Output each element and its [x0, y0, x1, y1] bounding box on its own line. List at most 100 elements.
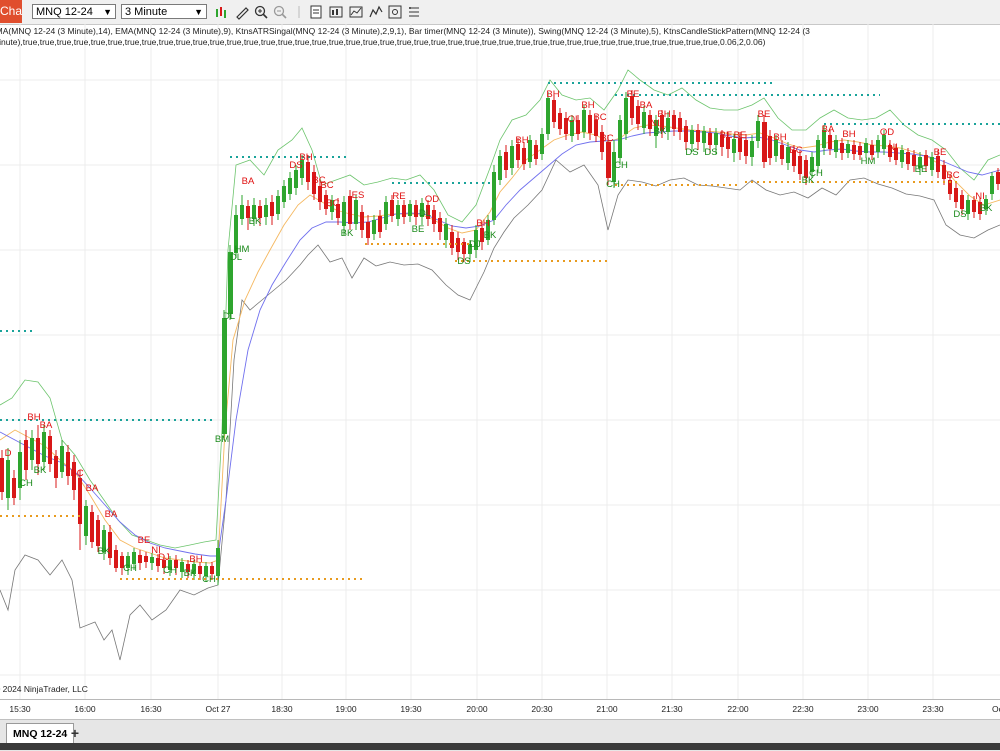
time-axis-label: 21:30 [661, 704, 683, 714]
pattern-label: D [5, 448, 12, 459]
time-axis-label: 19:00 [335, 704, 357, 714]
indicator-legend: SMA(MNQ 12-24 (3 Minute),14), EMA(MNQ 12… [0, 26, 1000, 48]
time-axis-label: 22:00 [727, 704, 749, 714]
data-box-icon[interactable] [308, 4, 324, 20]
pattern-label: BK [341, 228, 354, 239]
pattern-label: BH [546, 89, 559, 100]
price-chart[interactable]: BHBADBKCHBCBABABKBENIDJ BHCH CH BKCHBMDLDLH… [0, 24, 1000, 700]
chart-toolbar: Chart MNQ 12-24 ▼ 3 Minute ▼ [0, 0, 1000, 25]
pattern-label: BA [40, 420, 53, 431]
tab-mnq-12-24[interactable]: MNQ 12-24 [6, 723, 75, 745]
templates-icon[interactable] [406, 4, 422, 20]
pattern-label: BM [215, 434, 229, 445]
pattern-label: CH [19, 478, 33, 489]
time-axis-label: 21:00 [596, 704, 618, 714]
pattern-label: DS [953, 209, 966, 220]
draw-tools-icon[interactable] [234, 4, 250, 20]
pattern-label: DS [289, 160, 302, 171]
time-axis-label: Oct 27 [205, 704, 231, 714]
indicator-legend-line-1: SMA(MNQ 12-24 (3 Minute),14), EMA(MNQ 12… [0, 26, 810, 36]
pattern-label: BC [600, 133, 613, 144]
pattern-label: BK [654, 126, 667, 137]
pattern-label: BK [484, 230, 497, 241]
chart-window-tab[interactable]: Chart [0, 0, 22, 23]
pattern-label: BC [946, 170, 959, 181]
chevron-down-icon: ▼ [194, 7, 203, 17]
time-axis-label: 16:00 [74, 704, 96, 714]
pattern-label: CH [202, 574, 216, 585]
pattern-label: ES [352, 190, 365, 201]
zoom-out-icon[interactable] [272, 4, 288, 20]
pattern-label: BH [657, 109, 670, 120]
pattern-label: BH [842, 129, 855, 140]
pattern-label: BE [412, 224, 425, 235]
time-axis-label: 23:00 [857, 704, 879, 714]
interval-selector[interactable]: 3 Minute ▼ [121, 4, 207, 19]
pattern-label: DL [419, 208, 431, 219]
pattern-label: BC [789, 145, 802, 156]
pattern-label: BE [915, 164, 928, 175]
candlesticks [0, 90, 1000, 585]
pattern-label: BA [822, 124, 835, 135]
copyright-text: © 2024 NinjaTrader, LLC [0, 684, 88, 694]
pattern-label: RE [392, 191, 405, 202]
pattern-label: BA [640, 100, 653, 111]
pattern-label: HM [861, 156, 876, 167]
add-tab-button[interactable]: + [68, 724, 82, 742]
pattern-label: BA [242, 176, 255, 187]
time-axis[interactable]: 15:30 16:00 16:30 Oct 27 18:30 19:00 19:… [0, 699, 1000, 720]
upper-atr-band [0, 69, 1000, 549]
pattern-label: DS [685, 147, 698, 158]
pattern-label: BK [980, 203, 993, 214]
chart-tab-label: Chart [0, 4, 22, 18]
pattern-label: BE [138, 535, 151, 546]
separator [291, 4, 307, 20]
pattern-label: BK [34, 465, 47, 476]
strategies-icon[interactable] [368, 4, 384, 20]
pattern-label: BE [934, 147, 947, 158]
time-axis-label: 23:30 [922, 704, 944, 714]
time-axis-label: 19:30 [400, 704, 422, 714]
pattern-label: BE [720, 130, 733, 141]
sma-line [0, 130, 1000, 557]
pattern-label: BA [105, 509, 118, 520]
bar-style-icon[interactable] [214, 4, 230, 20]
pattern-label: BH [773, 132, 786, 143]
pattern-label: OD [425, 194, 439, 205]
pattern-label: DL [223, 311, 235, 322]
time-axis-label: 22:30 [792, 704, 814, 714]
indicator-legend-line-2: Minute),true,true,true,true,true,true,tr… [0, 37, 766, 47]
instrument-value: MNQ 12-24 [36, 6, 93, 18]
pattern-label: NI [975, 191, 985, 202]
pattern-label: BC [326, 198, 339, 209]
pattern-label: BH [581, 100, 594, 111]
pattern-label: BK [184, 568, 197, 579]
pattern-label: BH [189, 554, 202, 565]
chart-trader-icon[interactable] [328, 4, 344, 20]
pattern-label: BC [593, 112, 606, 123]
time-axis-label: 20:00 [466, 704, 488, 714]
zoom-in-icon[interactable] [253, 4, 269, 20]
pattern-label: BH [515, 135, 528, 146]
pattern-label: DJ [158, 552, 170, 563]
pattern-label: CH [123, 563, 137, 574]
pattern-label: BE [734, 130, 747, 141]
instrument-selector[interactable]: MNQ 12-24 ▼ [32, 4, 116, 19]
time-axis-label: 20:30 [531, 704, 553, 714]
indicators-icon[interactable] [348, 4, 364, 20]
time-axis-label: 16:30 [140, 704, 162, 714]
pattern-label: BK [249, 216, 262, 227]
pattern-label: BE [758, 109, 771, 120]
pattern-label: CH [614, 160, 628, 171]
ema-line [0, 124, 1000, 564]
pattern-label: DS [457, 256, 470, 267]
pattern-label: CH [606, 179, 620, 190]
interval-value: 3 Minute [125, 6, 168, 18]
pattern-label: BC [70, 468, 83, 479]
properties-icon[interactable] [387, 4, 403, 20]
pattern-label: BA [86, 483, 99, 494]
chevron-down-icon: ▼ [103, 7, 112, 17]
time-axis-label: Oct [992, 704, 1000, 714]
time-axis-label: 15:30 [9, 704, 31, 714]
pattern-label: OD [880, 127, 894, 138]
